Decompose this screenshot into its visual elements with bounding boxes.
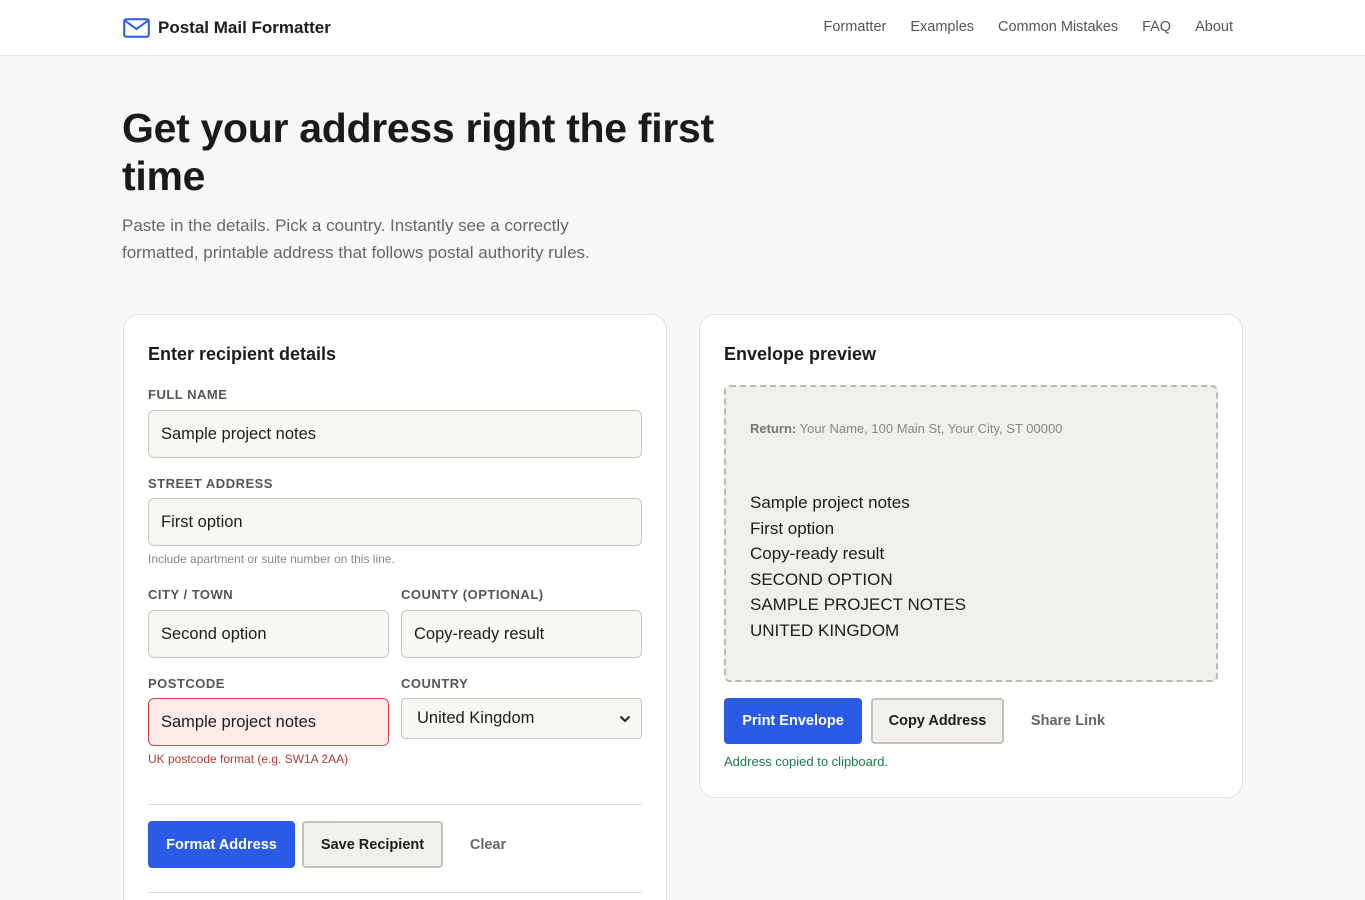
page-title: Get your address right the first time [122,105,714,199]
address-line: SECOND OPTION [750,569,893,589]
return-label: Return: [750,421,797,436]
street-address-input[interactable] [148,498,642,546]
format-address-button[interactable]: Format Address [148,821,295,868]
county-input[interactable] [401,610,642,658]
share-link-button[interactable]: Share Link [1020,698,1116,744]
nav-about[interactable]: About [1195,19,1233,35]
preview-title: Envelope preview [724,344,877,364]
street-address-label: Street Address [148,476,273,491]
chevron-down-icon [619,715,631,722]
country-label: Country [401,676,469,691]
top-bar: Postal Mail Formatter Formatter Examples… [0,0,1365,56]
full-name-label: Full Name [148,387,228,402]
form-divider-bottom [148,892,642,893]
copy-status-message: Address copied to clipboard. [724,754,889,769]
city-input[interactable] [148,610,389,658]
page-subtitle: Paste in the details. Pick a country. In… [122,216,590,262]
street-address-hint: Include apartment or suite number on thi… [148,552,395,566]
city-label: City / Town [148,587,234,602]
nav-common-mistakes[interactable]: Common Mistakes [998,19,1118,35]
save-recipient-button[interactable]: Save Recipient [302,821,443,868]
recipient-form-card: Enter recipient details Full Name Street… [123,314,667,900]
postcode-label: Postcode [148,676,225,691]
postcode-input[interactable] [148,698,389,746]
print-envelope-button[interactable]: Print Envelope [724,698,862,744]
main-nav: Formatter Examples Common Mistakes FAQ A… [824,19,1234,35]
nav-formatter[interactable]: Formatter [824,19,887,35]
return-value: Your Name, 100 Main St, Your City, ST 00… [799,421,1063,436]
brand[interactable]: Postal Mail Formatter [123,17,331,39]
address-line: SAMPLE PROJECT NOTES [750,595,967,614]
return-address: Return: Your Name, 100 Main St, Your Cit… [750,421,1062,436]
form-title: Enter recipient details [148,344,337,364]
address-line: Sample project notes [750,493,910,512]
address-line: First option [750,518,835,538]
copy-address-button[interactable]: Copy Address [871,698,1004,744]
formatted-address: Sample project notes First option Copy-r… [750,490,966,643]
country-select[interactable]: United Kingdom [401,698,642,739]
full-name-input[interactable] [148,410,642,458]
nav-examples[interactable]: Examples [910,19,974,35]
country-select-value: United Kingdom [417,709,535,727]
postcode-error: UK postcode format (e.g. SW1A 2AA) [148,752,349,766]
clear-button[interactable]: Clear [452,821,524,868]
brand-name: Postal Mail Formatter [158,18,331,37]
address-line: Copy-ready result [750,544,885,563]
envelope-preview-card: Envelope preview Return: Your Name, 100 … [699,314,1243,798]
address-line: UNITED KINGDOM [750,620,900,640]
form-divider [148,804,642,805]
nav-faq[interactable]: FAQ [1142,19,1171,35]
envelope-icon [123,18,150,38]
envelope-preview: Return: Your Name, 100 Main St, Your Cit… [724,385,1218,682]
county-label: County (optional) [401,587,544,602]
